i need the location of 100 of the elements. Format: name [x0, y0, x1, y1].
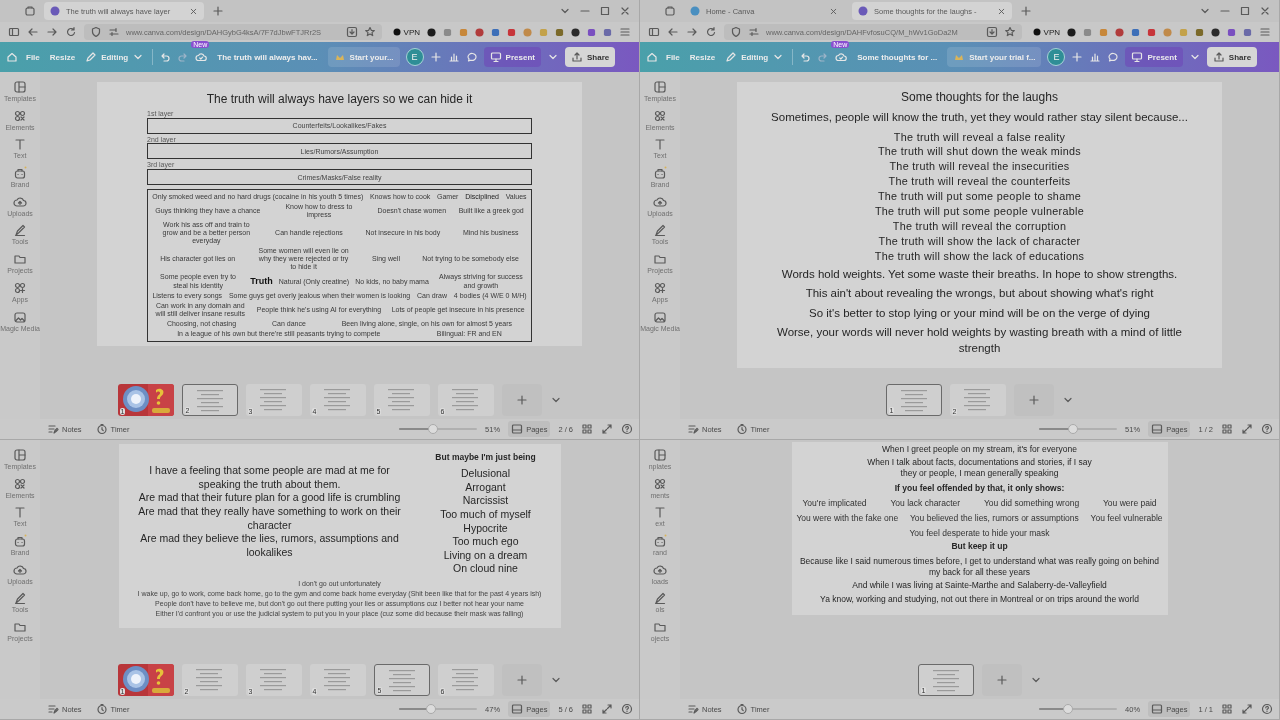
- download-icon[interactable]: [985, 26, 998, 38]
- close-icon[interactable]: [189, 6, 198, 16]
- slide-title: Some thoughts for the laughs: [901, 90, 1058, 104]
- reload-icon[interactable]: [65, 26, 77, 38]
- plus-icon[interactable]: [429, 51, 442, 63]
- help-icon[interactable]: [621, 423, 633, 435]
- close-icon[interactable]: [1259, 5, 1271, 17]
- bookmark-star-icon[interactable]: [1003, 26, 1016, 38]
- slide-text: The truth will put some people vulnerable: [874, 203, 1085, 219]
- trial-button[interactable]: Start your trial f...: [947, 47, 1042, 67]
- tab-list-icon[interactable]: [24, 5, 36, 17]
- back-icon[interactable]: [667, 26, 679, 38]
- forward-icon[interactable]: [46, 26, 58, 38]
- download-icon[interactable]: [345, 26, 358, 38]
- vpn-button[interactable]: VPN: [392, 27, 420, 37]
- menu-icon[interactable]: [619, 26, 631, 38]
- apps-icon: [653, 280, 667, 295]
- plus-icon[interactable]: [212, 5, 224, 17]
- slide-text: The truth will reveal the corruption: [891, 218, 1068, 234]
- add-page-button[interactable]: [501, 384, 542, 416]
- plus-icon: [515, 674, 528, 686]
- forward-icon[interactable]: [686, 26, 698, 38]
- notes-icon: [47, 703, 59, 715]
- add-page-button[interactable]: [981, 664, 1022, 696]
- zoom-slider-thumb[interactable]: [1062, 704, 1073, 714]
- add-page-button[interactable]: [1013, 384, 1054, 416]
- cloud-check-icon[interactable]: [195, 51, 208, 63]
- comment-icon[interactable]: [465, 51, 478, 63]
- grid-view-icon[interactable]: [581, 703, 593, 715]
- fullscreen-icon[interactable]: [601, 703, 613, 715]
- pencil-icon: [85, 51, 98, 63]
- menu-icon[interactable]: [1259, 26, 1271, 38]
- slide-text: Delusional: [460, 467, 511, 481]
- maximize-icon[interactable]: [1239, 5, 1251, 17]
- design-title[interactable]: The truth will always hav...: [213, 52, 322, 62]
- share-button[interactable]: Share: [564, 47, 616, 67]
- avatar[interactable]: E: [1047, 48, 1066, 66]
- slide-text: The truth will show the lack of educations: [874, 248, 1085, 264]
- shield-icon[interactable]: [730, 26, 742, 38]
- help-icon[interactable]: [1261, 703, 1273, 715]
- zoom-slider-thumb[interactable]: [1068, 424, 1079, 434]
- editing-button[interactable]: Editing: [723, 48, 787, 66]
- share-icon: [1212, 51, 1225, 63]
- slide-text: When I greet people on my stream, it's for everyone: [881, 444, 1078, 456]
- sidebar-icon[interactable]: [648, 26, 660, 38]
- plus-icon: [515, 394, 528, 406]
- timer-icon: [95, 703, 108, 715]
- close-icon[interactable]: [829, 6, 838, 16]
- permissions-icon[interactable]: [748, 26, 760, 38]
- grid-view-icon[interactable]: [581, 423, 593, 435]
- shield-icon[interactable]: [90, 26, 102, 38]
- help-icon[interactable]: [621, 703, 633, 715]
- reload-icon[interactable]: [705, 26, 717, 38]
- zoom-slider-thumb[interactable]: [426, 704, 437, 714]
- editing-button[interactable]: Editing: [83, 48, 147, 66]
- fullscreen-icon[interactable]: [1241, 423, 1253, 435]
- back-icon[interactable]: [27, 26, 39, 38]
- grid-view-icon[interactable]: [1221, 423, 1233, 435]
- vpn-button[interactable]: VPN: [1032, 27, 1060, 37]
- add-page-button[interactable]: [501, 664, 542, 696]
- undo-icon[interactable]: [159, 51, 172, 63]
- menu-button[interactable]: File: [664, 49, 682, 65]
- plus-icon[interactable]: [1020, 5, 1032, 17]
- brand-icon: [13, 166, 27, 181]
- tab-list-icon[interactable]: [664, 5, 676, 17]
- grid-view-icon[interactable]: [1221, 703, 1233, 715]
- menu-button[interactable]: File: [24, 49, 42, 65]
- sidebar-icon[interactable]: [8, 26, 20, 38]
- undo-icon[interactable]: [799, 51, 812, 63]
- bookmark-star-icon[interactable]: [363, 26, 376, 38]
- design-title[interactable]: Some thoughts for ...: [853, 52, 942, 62]
- menu-button[interactable]: Resize: [47, 49, 78, 65]
- fullscreen-icon[interactable]: [1241, 703, 1253, 715]
- chart-icon[interactable]: [1089, 51, 1102, 63]
- menu-button[interactable]: Resize: [687, 49, 718, 65]
- avatar[interactable]: E: [405, 48, 424, 66]
- chart-icon[interactable]: [447, 51, 460, 63]
- permissions-icon[interactable]: [108, 26, 120, 38]
- comment-icon[interactable]: [1107, 51, 1120, 63]
- home-icon[interactable]: [6, 51, 18, 63]
- close-icon[interactable]: [619, 5, 631, 17]
- share-button[interactable]: Share: [1206, 47, 1258, 67]
- folder-icon: [13, 620, 27, 635]
- slide-text: And while I was living at Sainte-Marthe and Salaberry-de-Valleyfield: [852, 580, 1107, 592]
- home-icon[interactable]: [646, 51, 658, 63]
- close-icon[interactable]: [997, 6, 1006, 16]
- present-button[interactable]: Present: [483, 47, 541, 67]
- help-icon[interactable]: [1261, 423, 1273, 435]
- timer-icon: [735, 423, 748, 435]
- upload-cloud-icon: [13, 562, 27, 577]
- cloud-check-icon[interactable]: [835, 51, 848, 63]
- slide-text: Living on a dream: [442, 548, 529, 563]
- maximize-icon[interactable]: [599, 5, 611, 17]
- trial-button[interactable]: Start your...: [327, 47, 400, 67]
- templates-icon: [653, 80, 667, 94]
- elements-icon: [653, 476, 667, 491]
- present-button[interactable]: Present: [1125, 47, 1183, 67]
- zoom-slider-thumb[interactable]: [428, 424, 439, 434]
- fullscreen-icon[interactable]: [601, 423, 613, 435]
- slide-text: I have a feeling that some people are mad at me for speaking the truth about them.: [148, 464, 391, 492]
